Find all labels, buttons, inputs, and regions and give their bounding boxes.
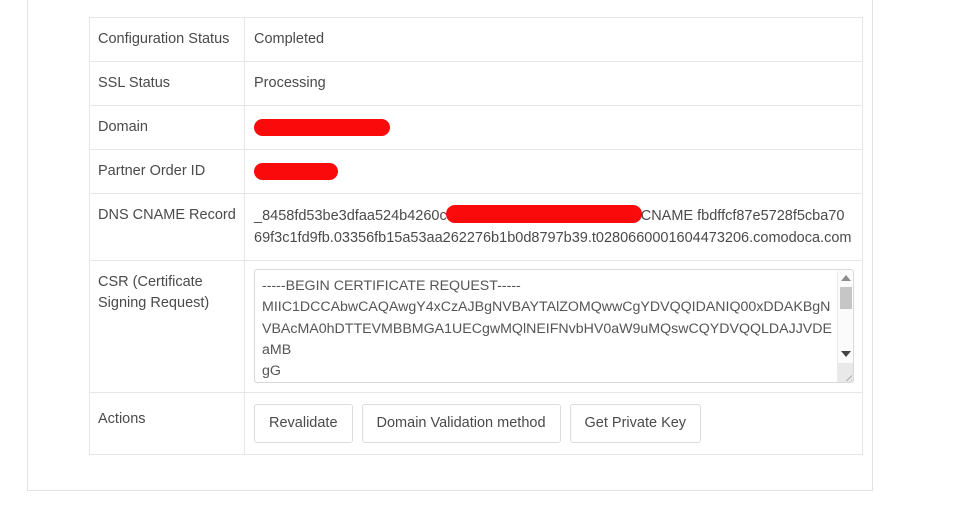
cname-record-type: CNAME bbox=[640, 208, 694, 225]
row-label: SSL Status bbox=[89, 61, 245, 107]
ssl-status-value: Processing bbox=[244, 61, 863, 107]
table-row-dns-cname-record: DNS CNAME Record _8458fd53be3dfaa524b426… bbox=[89, 193, 863, 262]
scroll-up-arrow-icon[interactable] bbox=[838, 271, 853, 285]
partner-order-id-value bbox=[244, 149, 863, 195]
table-row-ssl-status: SSL Status Processing bbox=[89, 61, 863, 107]
ssl-details-card: Visit Website WHOIS Info Configuration S… bbox=[27, 0, 873, 491]
scroll-down-arrow-icon[interactable] bbox=[838, 347, 853, 361]
actions-value: Revalidate Domain Validation method Get … bbox=[244, 392, 863, 455]
domain-value bbox=[244, 105, 863, 151]
csr-scrollbar[interactable] bbox=[837, 271, 853, 383]
cname-prefix: _8458fd53be3dfaa524b4260c bbox=[254, 208, 447, 225]
domain-validation-method-button[interactable]: Domain Validation method bbox=[361, 404, 561, 443]
ssl-details-table: Configuration Status Completed SSL Statu… bbox=[89, 16, 863, 455]
dns-cname-record-value: _8458fd53be3dfaa524b4260c CNAME fbdffcf87… bbox=[244, 193, 863, 262]
csr-value bbox=[244, 260, 863, 394]
page-root: Visit Website WHOIS Info Configuration S… bbox=[0, 0, 964, 524]
table-row-actions: Actions Revalidate Domain Validation met… bbox=[89, 392, 863, 455]
row-label: Domain bbox=[89, 105, 245, 151]
csr-textarea[interactable] bbox=[262, 276, 834, 383]
redaction-bar-partner-order-id bbox=[254, 162, 338, 180]
table-row-csr: CSR (Certificate Signing Request) bbox=[89, 260, 863, 394]
row-label: DNS CNAME Record bbox=[89, 193, 245, 262]
scrollbar-thumb[interactable] bbox=[840, 287, 852, 310]
row-label: Actions bbox=[89, 392, 245, 455]
table-row-partner-order-id: Partner Order ID bbox=[89, 149, 863, 195]
row-label: Partner Order ID bbox=[89, 149, 245, 195]
csr-label-text: CSR (Certificate Signing Request) bbox=[98, 274, 210, 312]
redaction-bar-cname bbox=[445, 205, 642, 224]
configuration-status-value: Completed bbox=[244, 16, 863, 63]
table-row-domain: Domain bbox=[89, 105, 863, 151]
get-private-key-button[interactable]: Get Private Key bbox=[569, 404, 702, 443]
csr-textarea-wrapper[interactable] bbox=[254, 269, 854, 384]
redaction-bar-domain bbox=[254, 118, 390, 136]
row-label: CSR (Certificate Signing Request) bbox=[89, 260, 245, 394]
table-row-configuration-status: Configuration Status Completed bbox=[89, 16, 863, 63]
actions-button-group: Revalidate Domain Validation method Get … bbox=[254, 404, 852, 443]
resize-grip-icon[interactable] bbox=[839, 368, 852, 382]
revalidate-button[interactable]: Revalidate bbox=[254, 404, 353, 443]
row-label: Configuration Status bbox=[89, 16, 245, 63]
